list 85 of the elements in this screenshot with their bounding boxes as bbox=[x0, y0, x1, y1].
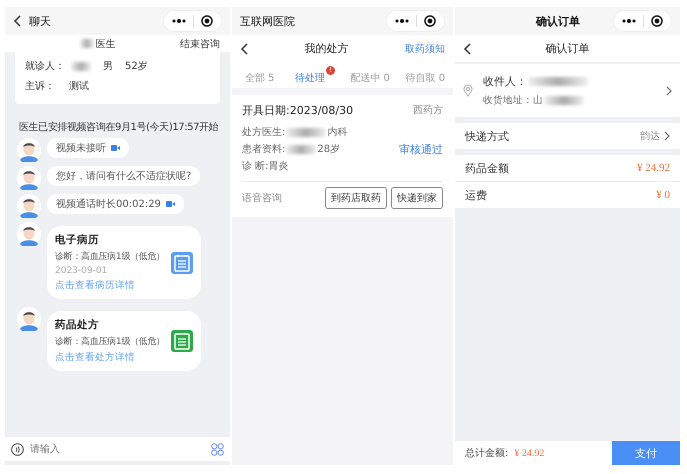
redacted-text bbox=[528, 77, 588, 86]
total-price: ¥ 24.92 bbox=[513, 448, 546, 458]
filter-tab[interactable]: 全部 5 bbox=[232, 66, 288, 84]
field-label: 处方医生: bbox=[242, 126, 286, 139]
department-text: 内科 bbox=[327, 126, 348, 139]
redacted-text bbox=[286, 144, 316, 154]
diagnosis-text: 诊 断:胃炎 bbox=[242, 160, 289, 173]
more-icon[interactable] bbox=[395, 19, 409, 23]
page-title: 确认订单 bbox=[544, 41, 590, 56]
message-bubble: 视频通话时长00:02:29 bbox=[47, 194, 184, 214]
close-icon[interactable] bbox=[201, 15, 213, 27]
address-label: 收货地址：山 bbox=[483, 94, 543, 107]
card-title: 药品处方 bbox=[55, 318, 100, 332]
record-card[interactable]: 电子病历 诊断：高血压病1级（低危） 2023-09-01 点击查看病历详情 bbox=[47, 226, 201, 299]
filter-tab[interactable]: 配送中 0 bbox=[342, 66, 398, 84]
message-bubble: 视频未接听 bbox=[47, 138, 129, 158]
prescription-type: 西药方 bbox=[413, 104, 443, 118]
status-text: 审核通过 bbox=[399, 142, 443, 156]
action-button[interactable]: 快递到家 bbox=[391, 187, 443, 209]
prescription-card[interactable]: 开具日期:2023/08/30 西药方 处方医生: 内科 患者资料: 28岁 诊 断:胃炎 审核通过 语音咨询 到药店取药 快递到家 bbox=[232, 95, 453, 217]
field-label: 患者资料: bbox=[242, 142, 286, 156]
recipient-label: 收件人： bbox=[483, 74, 527, 89]
doctor-name: 医生 bbox=[96, 38, 116, 50]
price-text: ¥ 0 bbox=[656, 189, 670, 201]
more-icon[interactable] bbox=[172, 19, 186, 23]
menu-capsule[interactable] bbox=[163, 10, 222, 32]
pay-button[interactable]: 支付 bbox=[612, 441, 680, 465]
avatar-icon bbox=[17, 138, 41, 162]
diagnosis-text: 诊断：高血压病1级（低危） bbox=[55, 250, 165, 263]
location-pin-icon bbox=[463, 84, 473, 97]
consult-type: 语音咨询 bbox=[242, 192, 283, 205]
input-bar[interactable]: 请输入 bbox=[5, 437, 230, 461]
avatar-icon bbox=[17, 307, 41, 331]
date-text: 2023-09-01 bbox=[55, 266, 108, 276]
voice-icon[interactable] bbox=[11, 442, 24, 456]
field-label: 运费 bbox=[465, 188, 487, 202]
chevron-right-icon[interactable] bbox=[666, 86, 672, 96]
field-label: 快递方式 bbox=[465, 128, 509, 144]
issue-date: 开具日期:2023/08/30 bbox=[242, 103, 354, 118]
age-text: 28岁 bbox=[317, 142, 340, 156]
video-camera-icon bbox=[111, 145, 120, 151]
field-label: 药品金额 bbox=[465, 160, 509, 176]
card-title: 电子病历 bbox=[55, 233, 100, 247]
total-label: 总计金额: bbox=[464, 446, 508, 460]
chevron-right-icon[interactable] bbox=[664, 131, 670, 141]
redacted-text bbox=[71, 62, 91, 70]
notice-text: 医生已安排视频咨询在9月1号(今天)17:57开始 bbox=[18, 120, 220, 135]
avatar-icon bbox=[17, 194, 41, 218]
details-link[interactable]: 点击查看处方详情 bbox=[55, 351, 165, 364]
message-bubble: 您好，请问有什么不适症状呢? bbox=[47, 166, 200, 186]
price-text: ¥ 24.92 bbox=[637, 162, 670, 174]
more-icon[interactable] bbox=[622, 19, 636, 23]
record-card[interactable]: 药品处方 诊断：高血压病1级（低危） 点击查看处方详情 bbox=[47, 311, 201, 371]
back-icon[interactable] bbox=[240, 42, 248, 54]
filter-tab[interactable]: 待自取 0 bbox=[398, 66, 453, 84]
back-icon[interactable] bbox=[463, 42, 471, 54]
address-card[interactable]: 收件人： 收货地址：山 bbox=[455, 64, 680, 117]
complaint-text: 测试 bbox=[69, 80, 89, 93]
avatar-icon bbox=[17, 222, 41, 246]
redacted-text bbox=[80, 39, 94, 48]
action-button[interactable]: 到药店取药 bbox=[325, 187, 387, 209]
field-label: 就诊人： bbox=[25, 60, 65, 73]
diagnosis-text: 诊断：高血压病1级（低危） bbox=[55, 336, 165, 348]
courier-text: 韵达 bbox=[640, 130, 660, 143]
field-label: 主诉： bbox=[25, 80, 55, 93]
app-title: 确认订单 bbox=[534, 14, 581, 28]
pickup-notice-link[interactable]: 取药须知 bbox=[405, 42, 445, 56]
page-title: 我的处方 bbox=[304, 41, 350, 56]
redacted-text bbox=[544, 96, 584, 105]
redacted-text bbox=[286, 128, 326, 136]
app-title: 互联网医院 bbox=[240, 14, 296, 28]
close-icon[interactable] bbox=[651, 15, 663, 27]
back-icon[interactable] bbox=[13, 15, 21, 27]
close-icon[interactable] bbox=[424, 15, 436, 27]
menu-capsule[interactable] bbox=[613, 10, 672, 32]
details-link[interactable]: 点击查看病历详情 bbox=[55, 279, 165, 292]
page-title: 聊天 bbox=[29, 14, 52, 28]
age-text: 52岁 bbox=[125, 60, 148, 73]
gender-text: 男 bbox=[103, 60, 113, 73]
end-consult-button[interactable]: 结束咨询 bbox=[180, 36, 220, 50]
apps-icon[interactable] bbox=[211, 442, 224, 456]
message-input[interactable]: 请输入 bbox=[28, 442, 207, 456]
video-camera-icon bbox=[166, 201, 175, 207]
avatar-icon bbox=[17, 166, 41, 190]
menu-capsule[interactable] bbox=[386, 10, 445, 32]
